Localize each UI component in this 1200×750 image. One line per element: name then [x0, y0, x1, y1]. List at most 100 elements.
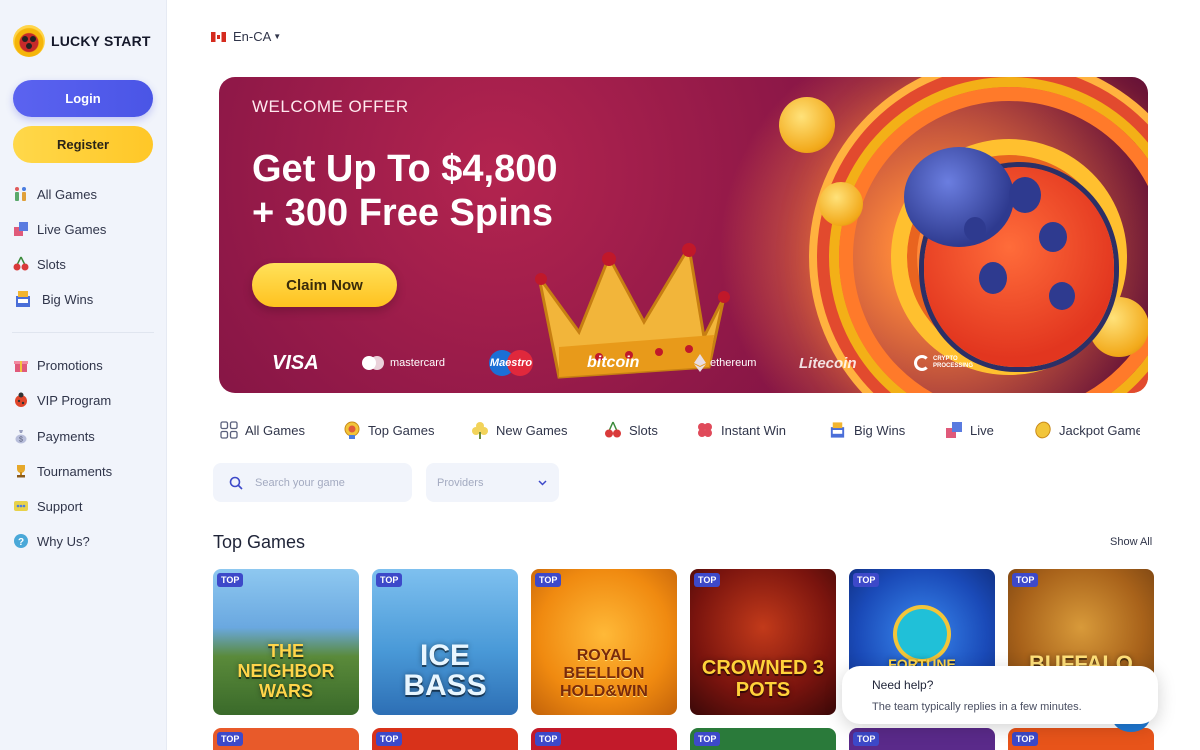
maestro-logo: Maestro	[489, 349, 533, 377]
game-card[interactable]: TOP	[531, 728, 677, 750]
sidebar: LUCKY START Login Register All Games Liv…	[0, 0, 167, 750]
maestro-text: Maestro	[489, 357, 533, 369]
coin-icon	[1033, 421, 1052, 440]
canada-flag-icon	[211, 31, 226, 42]
game-card[interactable]: TOP	[849, 728, 995, 750]
bitcoin-logo: bitcoin	[587, 354, 640, 371]
gift-icon	[12, 357, 29, 374]
sidebar-item-label: Payments	[37, 428, 95, 444]
all-games-icon	[12, 186, 29, 203]
game-card[interactable]: TOP THE NEIGHBOR WARS	[213, 569, 359, 715]
tab-new-games[interactable]: New Games	[470, 419, 568, 441]
providers-dropdown[interactable]: Providers	[426, 463, 559, 502]
search-box[interactable]	[213, 463, 412, 502]
tab-label: New Games	[496, 422, 568, 438]
sidebar-item-label: VIP Program	[37, 392, 112, 408]
top-games-title: Top Games	[213, 532, 306, 552]
live-icon	[944, 421, 963, 440]
ladybug-icon	[12, 392, 29, 409]
top-badge: TOP	[853, 573, 880, 587]
sidebar-item-label: Live Games	[37, 221, 107, 237]
register-button[interactable]: Register	[13, 126, 153, 163]
support-icon	[12, 498, 29, 515]
chevron-down-icon: ▼	[273, 32, 282, 41]
chat-popup[interactable]: Need help? The team typically replies in…	[842, 666, 1158, 724]
hero-title-line-2: + 300 Free Spins	[252, 192, 553, 234]
ethereum-text: ethereum	[710, 357, 757, 369]
game-card[interactable]: TOP	[690, 728, 836, 750]
sidebar-item-vip[interactable]: VIP Program	[12, 389, 111, 411]
sidebar-item-slots[interactable]: Slots	[12, 253, 66, 275]
language-selector[interactable]: En-CA ▼	[211, 29, 281, 44]
ladybug-head	[904, 147, 1014, 247]
top-badge: TOP	[694, 732, 721, 746]
sidebar-item-tournaments[interactable]: Tournaments	[12, 460, 112, 482]
sidebar-item-label: Slots	[37, 256, 66, 272]
sidebar-item-live-games[interactable]: Live Games	[12, 218, 106, 240]
top-badge: TOP	[217, 732, 244, 746]
top-badge: TOP	[1012, 573, 1039, 587]
providers-placeholder: Providers	[437, 476, 484, 489]
game-card[interactable]: TOP CROWNED 3 POTS	[690, 569, 836, 715]
sidebar-item-why-us[interactable]: ? Why Us?	[12, 530, 90, 552]
game-card[interactable]: TOP ROYAL BEELLION HOLD&WIN	[531, 569, 677, 715]
money-bag-icon: $	[12, 428, 29, 445]
top-badge: TOP	[535, 732, 562, 746]
medal-icon	[342, 421, 361, 440]
coin-icon	[819, 182, 863, 226]
game-card[interactable]: TOP ICE BASS	[372, 569, 518, 715]
game-title: CROWNED 3 POTS	[701, 657, 825, 701]
sidebar-item-payments[interactable]: $ Payments	[12, 425, 95, 447]
show-all-link[interactable]: Show All	[1110, 536, 1152, 548]
search-input[interactable]	[255, 476, 395, 489]
top-badge: TOP	[376, 732, 403, 746]
tab-slots[interactable]: Slots	[603, 419, 658, 441]
login-button[interactable]: Login	[13, 80, 153, 117]
tab-label: Jackpot Games	[1059, 422, 1140, 438]
top-badge: TOP	[376, 573, 403, 587]
crypto-processing-icon	[914, 355, 930, 371]
ladybug-spot	[979, 262, 1007, 294]
ladybug-spot	[1039, 222, 1067, 252]
sidebar-item-promotions[interactable]: Promotions	[12, 354, 103, 376]
chat-title: Need help?	[872, 678, 934, 692]
game-card[interactable]: TOP	[372, 728, 518, 750]
big-wins-icon	[828, 421, 847, 440]
top-badge: TOP	[853, 732, 880, 746]
language-label: En-CA	[233, 29, 272, 44]
tab-all-games[interactable]: All Games	[219, 419, 305, 441]
hero-title-line-1: Get Up To $4,800	[252, 148, 558, 190]
tab-top-games[interactable]: Top Games	[342, 419, 434, 441]
svg-text:?: ?	[17, 537, 23, 548]
grid-icon	[219, 421, 238, 440]
tab-big-wins[interactable]: Big Wins	[828, 419, 905, 441]
sidebar-item-big-wins[interactable]: Big Wins	[12, 288, 93, 310]
brand-logo[interactable]: LUCKY START	[13, 25, 151, 57]
crypto-processing-logo: CRYPTO PROCESSING	[914, 349, 973, 377]
tab-label: Big Wins	[854, 422, 906, 438]
mastercard-logo: mastercard	[361, 349, 445, 377]
top-badge: TOP	[535, 573, 562, 587]
question-icon: ?	[12, 533, 29, 550]
hero-title: Get Up To $4,800 + 300 Free Spins	[252, 147, 558, 235]
tab-jackpot-games[interactable]: Jackpot Games	[1033, 419, 1140, 441]
game-card[interactable]: TOP	[213, 728, 359, 750]
sidebar-item-label: Promotions	[37, 357, 103, 373]
welcome-offer-banner[interactable]: WELCOME OFFER Get Up To $4,800 + 300 Fre…	[219, 77, 1148, 393]
game-title: ICE BASS	[403, 639, 487, 702]
top-badge: TOP	[1012, 732, 1039, 746]
cherries-icon	[12, 256, 29, 273]
tab-label: Slots	[629, 422, 658, 438]
coin-icon	[779, 97, 835, 153]
claim-now-button[interactable]: Claim Now	[252, 263, 397, 307]
sidebar-item-label: Tournaments	[37, 463, 113, 479]
litecoin-logo: Litecoin	[799, 354, 857, 372]
tab-instant-win[interactable]: Instant Win	[695, 419, 786, 441]
sidebar-item-label: All Games	[37, 186, 97, 202]
tab-live[interactable]: Live	[944, 419, 994, 441]
ladybug-spot	[1009, 177, 1041, 213]
sidebar-item-all-games[interactable]: All Games	[12, 183, 97, 205]
brand-name: LUCKY START	[51, 33, 151, 49]
cherries-icon	[603, 421, 622, 440]
sidebar-item-support[interactable]: Support	[12, 495, 83, 517]
